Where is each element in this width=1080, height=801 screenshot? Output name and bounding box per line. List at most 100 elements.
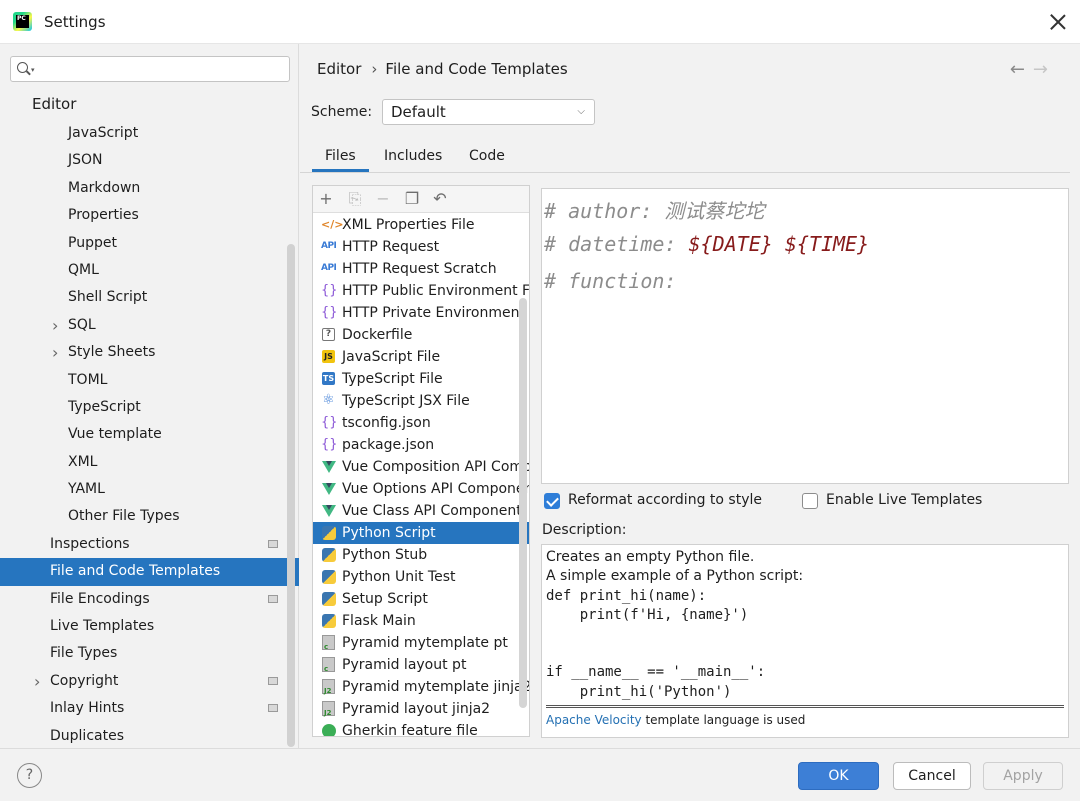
duplicate-icon[interactable]: ❐ (402, 189, 422, 209)
template-list-item[interactable]: Vue Options API Componen (313, 478, 529, 500)
sidebar-item-markdown[interactable]: Markdown (0, 175, 299, 202)
reformat-checkbox[interactable] (544, 493, 560, 509)
template-list-item[interactable]: Vue Composition API Comp (313, 456, 529, 478)
sidebar-item-vue-template[interactable]: Vue template (0, 421, 299, 448)
apache-velocity-link[interactable]: Apache Velocity (546, 713, 642, 727)
tab-code[interactable]: Code (456, 140, 518, 172)
forward-arrow-icon[interactable]: → (1033, 59, 1056, 80)
sidebar-item-label: Other File Types (68, 508, 180, 525)
sidebar-section-editor[interactable]: Editor (32, 95, 76, 113)
template-list-scrollbar[interactable] (519, 298, 527, 708)
sidebar-item-file-and-code-templates[interactable]: File and Code Templates (0, 558, 299, 586)
search-box[interactable]: ▾ (10, 56, 290, 82)
description-code-line: def print_hi(name): (546, 588, 707, 604)
sidebar-item-label: Duplicates (50, 727, 124, 744)
help-icon[interactable]: ? (17, 763, 42, 788)
sidebar-item-toml[interactable]: TOML (0, 367, 299, 394)
sidebar-item-style-sheets[interactable]: › Style Sheets (0, 339, 299, 366)
template-list-item[interactable]: Python Script (313, 522, 529, 544)
template-list-item[interactable]: Vue Class API Component (313, 500, 529, 522)
add-icon[interactable]: + (316, 189, 336, 209)
project-level-setting-icon (268, 676, 278, 685)
sidebar-item-xml[interactable]: XML (0, 449, 299, 476)
live-templates-checkbox[interactable] (802, 493, 818, 509)
template-list-item[interactable]: ? Dockerfile (313, 324, 529, 346)
back-arrow-icon[interactable]: ← (1010, 59, 1033, 80)
template-list-item[interactable]: J2 Pyramid layout jinja2 (313, 698, 529, 720)
breadcrumb-parent[interactable]: Editor (317, 60, 361, 78)
search-input[interactable] (41, 59, 281, 79)
sidebar-item-javascript[interactable]: JavaScript (0, 120, 299, 147)
sidebar-item-properties[interactable]: Properties (0, 202, 299, 229)
sidebar-item-sql[interactable]: › SQL (0, 312, 299, 339)
template-list-item[interactable]: Gherkin feature file (313, 720, 529, 736)
template-list-item-label: HTTP Request Scratch (342, 261, 497, 277)
sidebar-tree: JavaScript JSON Markdown Properties Puppet QM… (0, 120, 299, 750)
template-list-item[interactable]: {} tsconfig.json (313, 412, 529, 434)
editor-comment-prefix: # datetime: (544, 232, 689, 256)
template-list-item-label: package.json (342, 437, 435, 453)
tab-files[interactable]: Files (312, 140, 369, 172)
template-list-item[interactable]: c Pyramid mytemplate pt (313, 632, 529, 654)
scheme-dropdown[interactable]: Default ⌵ (382, 99, 595, 125)
template-list-item[interactable]: Python Unit Test (313, 566, 529, 588)
template-list-item-label: Pyramid mytemplate jinja2 (342, 679, 530, 695)
apply-button[interactable]: Apply (983, 762, 1063, 790)
cancel-button[interactable]: Cancel (893, 762, 971, 790)
sidebar-item-copyright[interactable]: › Copyright (0, 668, 299, 695)
close-icon[interactable] (1048, 12, 1068, 32)
sidebar-item-live-templates[interactable]: Live Templates (0, 613, 299, 640)
sidebar-item-inlay-hints[interactable]: Inlay Hints (0, 695, 299, 722)
template-list-item[interactable]: API HTTP Request Scratch (313, 258, 529, 280)
ok-button[interactable]: OK (798, 762, 879, 790)
scheme-value: Default (391, 103, 446, 121)
sidebar-item-other-file-types[interactable]: Other File Types (0, 503, 299, 530)
template-list-item[interactable]: API HTTP Request (313, 236, 529, 258)
sidebar-item-qml[interactable]: QML (0, 257, 299, 284)
template-list-item[interactable]: JS JavaScript File (313, 346, 529, 368)
template-list-panel: + ⎘ − ❐ ↶ </> XML Properties File API HTTP … (312, 185, 530, 737)
template-list-item[interactable]: ⚛ TypeScript JSX File (313, 390, 529, 412)
template-toolbar: + ⎘ − ❐ ↶ (313, 186, 529, 213)
sidebar-item-shell-script[interactable]: Shell Script (0, 284, 299, 311)
chevron-right-icon[interactable]: › (34, 668, 40, 695)
python-icon (322, 592, 336, 606)
reformat-label: Reformat according to style (568, 492, 762, 508)
sidebar-item-inspections[interactable]: Inspections (0, 531, 299, 558)
sidebar-item-typescript[interactable]: TypeScript (0, 394, 299, 421)
reset-icon[interactable]: ↶ (430, 189, 450, 209)
sidebar-item-file-types[interactable]: File Types (0, 640, 299, 667)
sidebar-item-label: Inspections (50, 535, 130, 552)
template-list-item[interactable]: J2 Pyramid mytemplate jinja2 (313, 676, 529, 698)
sidebar-item-duplicates[interactable]: Duplicates (0, 723, 299, 750)
sidebar-item-puppet[interactable]: Puppet (0, 230, 299, 257)
template-list-item[interactable]: Python Stub (313, 544, 529, 566)
search-options-caret-icon[interactable]: ▾ (31, 67, 35, 74)
template-list-item[interactable]: Flask Main (313, 610, 529, 632)
scheme-label: Scheme: (311, 104, 373, 120)
tab-includes[interactable]: Includes (371, 140, 455, 172)
sidebar-item-json[interactable]: JSON (0, 147, 299, 174)
copy-template-icon[interactable]: ⎘ (345, 189, 365, 209)
template-list-item[interactable]: {} HTTP Private Environment F (313, 302, 529, 324)
sidebar-scrollbar[interactable] (287, 244, 295, 747)
chevron-right-icon[interactable]: › (52, 312, 58, 339)
chevron-right-icon[interactable]: › (52, 339, 58, 366)
template-list-item[interactable]: {} package.json (313, 434, 529, 456)
template-list-item[interactable]: </> XML Properties File (313, 214, 529, 236)
template-list-item[interactable]: Setup Script (313, 588, 529, 610)
editor-space (773, 232, 785, 256)
template-list-item[interactable]: TS TypeScript File (313, 368, 529, 390)
template-editor[interactable]: # author: 测试蔡坨坨 # datetime: ${DATE} ${TI… (541, 188, 1069, 484)
template-list-item-label: HTTP Public Environment Fi (342, 283, 530, 299)
remove-icon[interactable]: − (373, 189, 393, 209)
project-level-setting-icon (268, 539, 278, 548)
template-list-item[interactable]: {} HTTP Public Environment Fi (313, 280, 529, 302)
sidebar-item-yaml[interactable]: YAML (0, 476, 299, 503)
description-code-line: if __name__ == '__main__': (546, 664, 766, 680)
template-list-item-label: tsconfig.json (342, 415, 431, 431)
template-list-item[interactable]: c Pyramid layout pt (313, 654, 529, 676)
sidebar-item-file-encodings[interactable]: File Encodings (0, 586, 299, 613)
description-line: Creates an empty Python file. (546, 549, 755, 565)
project-level-setting-icon (268, 704, 278, 713)
